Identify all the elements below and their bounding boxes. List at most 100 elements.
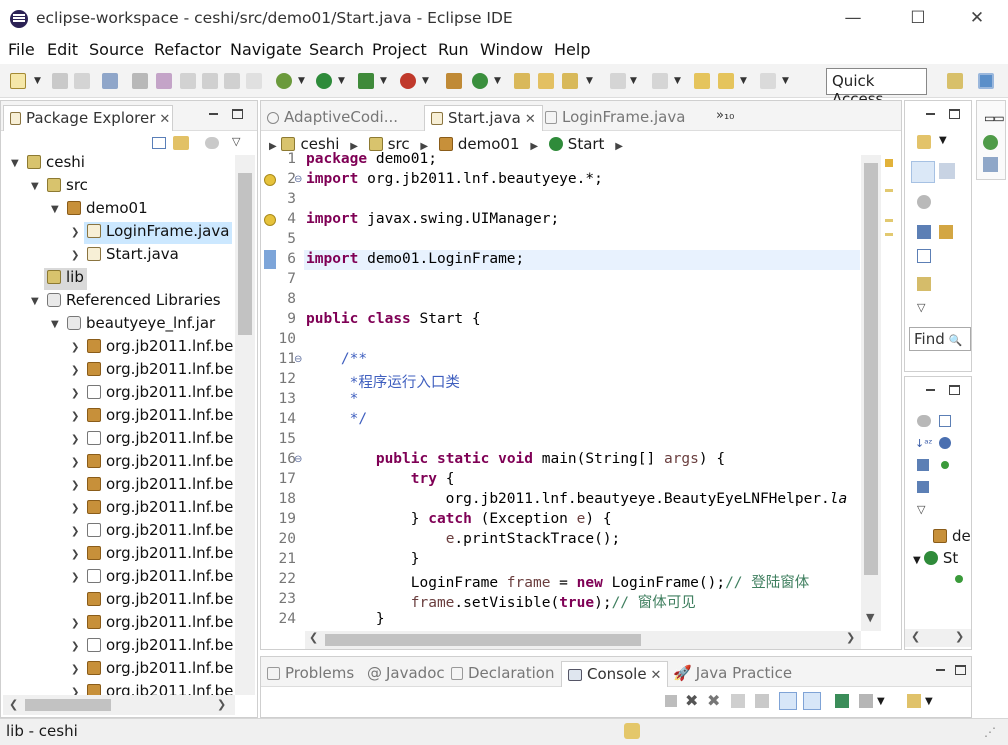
prev-annotation-dropdown-icon[interactable]: ▼ — [674, 76, 681, 86]
tab-javadoc[interactable]: @ Javadoc — [367, 661, 445, 687]
fold-icon[interactable]: ⊖ — [294, 174, 302, 185]
minimize-view-icon[interactable] — [925, 109, 936, 119]
tree-item[interactable]: org.jb2011.lnf.be — [87, 498, 233, 520]
collapse-all-icon[interactable] — [152, 137, 166, 149]
task-list-icon[interactable] — [983, 135, 998, 150]
scroll-right-icon[interactable]: ❯ — [217, 698, 226, 711]
tree-item[interactable]: LoginFrame.java — [84, 222, 233, 244]
back-icon[interactable] — [718, 73, 734, 89]
tree-scrollbar-thumb[interactable] — [238, 173, 252, 335]
collapse-arrow-icon[interactable]: ▼ — [51, 319, 59, 330]
tree-item[interactable]: org.jb2011.lnf.be — [87, 406, 233, 428]
close-tab-icon[interactable]: ✕ — [525, 112, 536, 127]
code-line[interactable]: e.printStackTrace(); — [306, 531, 621, 547]
tree-item[interactable]: Start.java — [87, 245, 179, 267]
tree-item[interactable]: org.jb2011.lnf.be — [87, 590, 233, 612]
menu-source[interactable]: Source — [89, 40, 144, 59]
overview-marker[interactable] — [885, 219, 893, 222]
hide-completed-icon[interactable] — [917, 195, 931, 209]
tab-loginframe-java[interactable]: LoginFrame.java — [545, 105, 685, 131]
forward-dropdown-icon[interactable]: ▼ — [782, 76, 789, 86]
next-annotation-icon[interactable] — [610, 73, 626, 89]
block-selection-icon[interactable] — [180, 73, 196, 89]
collapse-tasks-icon[interactable] — [917, 225, 931, 239]
tree-item[interactable]: org.jb2011.lnf.be — [87, 383, 233, 405]
save-all-icon[interactable] — [74, 73, 90, 89]
outline-filter-icon[interactable] — [917, 415, 931, 427]
coverage-dropdown-icon[interactable]: ▼ — [380, 76, 387, 86]
save-icon[interactable] — [52, 73, 68, 89]
menu-edit[interactable]: Edit — [47, 40, 78, 59]
code-line[interactable]: public class Start { — [306, 311, 481, 327]
expand-arrow-icon[interactable]: ❯ — [71, 388, 79, 399]
outline-class-item[interactable]: ▼ St — [913, 549, 958, 567]
new-icon[interactable] — [10, 73, 26, 89]
close-tab-icon[interactable]: ✕ — [159, 112, 170, 127]
menu-project[interactable]: Project — [372, 40, 427, 59]
outline-scroll-right-icon[interactable]: ❯ — [955, 630, 964, 643]
editor-vertical-scrollbar[interactable] — [861, 155, 881, 631]
categorized-icon[interactable] — [911, 161, 935, 183]
maximize-view-icon[interactable] — [949, 385, 960, 395]
hide-static-icon[interactable] — [917, 459, 929, 471]
collapse-arrow-icon[interactable]: ▼ — [31, 296, 39, 307]
clear-console-icon[interactable] — [731, 694, 745, 708]
annotation-next-icon[interactable] — [202, 73, 218, 89]
tree-item[interactable]: org.jb2011.lnf.be — [87, 567, 233, 589]
open-console-icon[interactable] — [907, 694, 921, 708]
minimize-button[interactable]: — — [838, 8, 868, 28]
menu-refactor[interactable]: Refactor — [154, 40, 221, 59]
maximize-button[interactable]: ☐ — [903, 8, 933, 28]
java-perspective-icon[interactable] — [978, 73, 994, 89]
tree-item[interactable]: ceshi — [27, 153, 85, 175]
breadcrumb-demo01[interactable]: demo01 — [458, 135, 520, 153]
code-line[interactable]: frame.setVisible(true);// 窗体可见 — [306, 591, 696, 612]
warning-icon[interactable] — [264, 214, 276, 226]
code-line[interactable]: try { — [306, 471, 455, 487]
collapse-arrow-icon[interactable]: ▼ — [51, 204, 59, 215]
next-annotation-dropdown-icon[interactable]: ▼ — [630, 76, 637, 86]
tree-vertical-scrollbar[interactable] — [235, 155, 255, 695]
terminate-icon[interactable] — [665, 695, 677, 707]
menu-file[interactable]: File — [8, 40, 35, 59]
tab-declaration[interactable]: Declaration — [451, 661, 554, 687]
tree-item[interactable]: demo01 — [67, 199, 148, 221]
code-line[interactable]: } — [306, 551, 420, 567]
close-button[interactable]: ✕ — [962, 8, 992, 28]
code-line[interactable]: * — [306, 391, 359, 407]
tab-start-java[interactable]: Start.java ✕ — [424, 105, 543, 131]
expand-arrow-icon[interactable]: ❯ — [71, 411, 79, 422]
tree-item[interactable]: src — [47, 176, 88, 198]
tree-item[interactable]: org.jb2011.lnf.be — [87, 360, 233, 382]
minimize-view-icon[interactable] — [208, 109, 219, 119]
expand-arrow-icon[interactable]: ❯ — [71, 227, 79, 238]
menu-navigate[interactable]: Navigate — [230, 40, 302, 59]
outline-trim-icon[interactable] — [983, 157, 998, 172]
expand-arrow-icon[interactable]: ❯ — [71, 526, 79, 537]
tab-java-practice[interactable]: 🚀 Java Practice — [673, 661, 792, 687]
tree-item[interactable]: org.jb2011.lnf.be — [87, 659, 233, 681]
tab-console[interactable]: Console ✕ — [561, 661, 669, 687]
edit-icon[interactable] — [156, 73, 172, 89]
scroll-left-icon[interactable]: ❮ — [9, 698, 18, 711]
debug-dropdown-icon[interactable]: ▼ — [298, 76, 305, 86]
link-with-editor-icon[interactable] — [173, 136, 189, 150]
breadcrumb-start[interactable]: Start — [568, 135, 605, 153]
expand-arrow-icon[interactable]: ❯ — [71, 365, 79, 376]
open-type-icon[interactable] — [514, 73, 530, 89]
hscroll-right-icon[interactable]: ❯ — [846, 631, 855, 644]
outline-scroll-left-icon[interactable]: ❮ — [911, 630, 920, 643]
tree-item[interactable]: org.jb2011.lnf.be — [87, 613, 233, 635]
external-tools-dropdown-icon[interactable]: ▼ — [422, 76, 429, 86]
outline-package-item[interactable]: de — [933, 527, 971, 545]
overview-marker[interactable] — [885, 189, 893, 192]
new-java-package-icon[interactable] — [446, 73, 462, 89]
fold-icon[interactable]: ⊖ — [294, 354, 302, 365]
new-class-dropdown-icon[interactable]: ▼ — [494, 76, 501, 86]
scheduled-icon[interactable] — [939, 163, 955, 179]
collapse-outline-icon[interactable] — [939, 415, 951, 427]
task-view-menu-icon[interactable]: ▽ — [917, 301, 925, 314]
expand-arrow-icon[interactable]: ❯ — [71, 572, 79, 583]
minimize-view-icon[interactable] — [925, 385, 936, 395]
forward-icon[interactable] — [760, 73, 776, 89]
